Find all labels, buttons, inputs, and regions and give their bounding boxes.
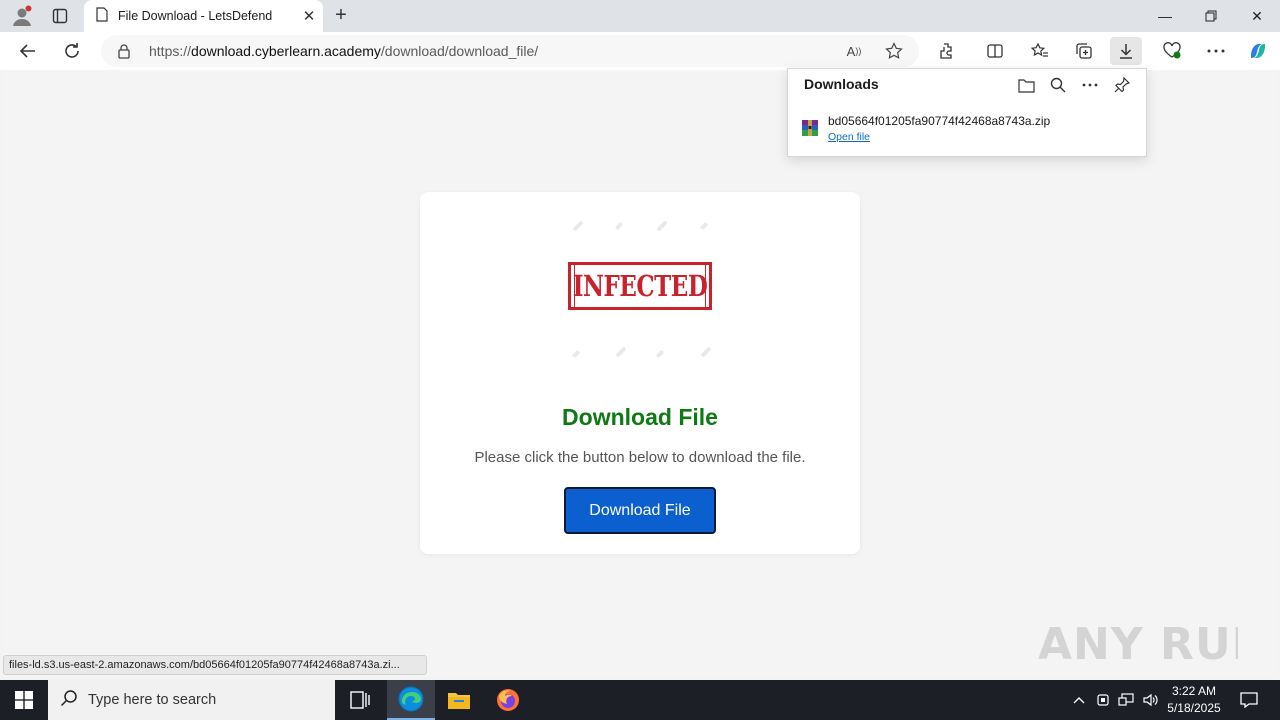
download-card: INFECTED Download File Please click the … <box>420 192 860 554</box>
minimize-button[interactable]: — <box>1142 0 1188 32</box>
infected-image: INFECTED <box>560 212 720 362</box>
restore-button[interactable] <box>1188 0 1234 32</box>
favorite-star-icon[interactable] <box>883 40 905 62</box>
infected-stamp: INFECTED <box>568 262 712 310</box>
browser-essentials-icon[interactable] <box>1156 37 1188 65</box>
collections-icon[interactable] <box>1068 37 1100 65</box>
split-screen-icon[interactable] <box>979 37 1011 65</box>
download-file-button[interactable]: Download File <box>564 487 716 534</box>
browser-toolbar: https://download.cyberlearn.academy/down… <box>0 32 1280 70</box>
tab-file-download[interactable]: File Download - LetsDefend ✕ <box>84 0 323 32</box>
instruction-text: Please click the button below to downloa… <box>474 449 806 466</box>
url-text[interactable]: https://download.cyberlearn.academy/down… <box>149 43 538 59</box>
settings-more-icon[interactable] <box>1200 37 1232 65</box>
browser-titlebar: File Download - LetsDefend ✕ + — ✕ <box>0 0 1280 32</box>
network-icon[interactable] <box>1116 680 1136 720</box>
anyrun-watermark: ANY RUN <box>1038 612 1269 672</box>
edge-taskbar-icon[interactable] <box>387 680 435 720</box>
address-bar[interactable]: https://download.cyberlearn.academy/down… <box>101 35 919 67</box>
profile-avatar-icon[interactable] <box>7 4 37 28</box>
search-icon <box>60 689 78 712</box>
clock-date: 5/18/2025 <box>1167 701 1221 715</box>
download-file-name[interactable]: bd05664f01205fa90774f42468a8743a.zip <box>828 114 1050 128</box>
taskbar-clock[interactable]: 3:22 AM 5/18/2025 <box>1166 683 1222 717</box>
pin-icon[interactable] <box>1110 74 1134 96</box>
downloads-title: Downloads <box>804 76 879 92</box>
search-icon[interactable] <box>1046 74 1070 96</box>
lock-icon[interactable] <box>117 43 131 64</box>
page-viewport: INFECTED Download File Please click the … <box>4 70 1276 677</box>
url-host: download.cyberlearn.academy <box>191 43 381 59</box>
read-aloud-icon[interactable]: A)) <box>843 40 865 62</box>
windows-logo-icon <box>15 691 33 709</box>
page-title: Download File <box>562 404 718 430</box>
clock-time: 3:22 AM <box>1171 684 1217 698</box>
more-options-icon[interactable] <box>1078 74 1102 96</box>
show-hidden-icons-icon[interactable] <box>1068 680 1090 720</box>
open-folder-icon[interactable] <box>1014 74 1038 96</box>
volume-icon[interactable] <box>1140 680 1162 720</box>
downloads-icon[interactable] <box>1110 37 1142 65</box>
zip-archive-icon <box>802 120 818 136</box>
close-tab-icon[interactable]: ✕ <box>295 7 323 25</box>
back-button[interactable] <box>14 37 42 65</box>
tab-title: File Download - LetsDefend <box>118 9 273 23</box>
taskbar-search[interactable] <box>48 680 335 720</box>
refresh-button[interactable] <box>58 37 86 65</box>
device-tray-icon[interactable] <box>1093 680 1113 720</box>
infected-stamp-text: INFECTED <box>573 262 708 310</box>
open-file-link[interactable]: Open file <box>828 131 870 143</box>
start-button[interactable] <box>0 680 48 720</box>
notifications-icon[interactable] <box>1234 680 1264 720</box>
new-tab-button[interactable]: + <box>328 4 354 28</box>
task-view-icon[interactable] <box>336 680 384 720</box>
page-icon <box>96 7 108 25</box>
downloads-panel: Downloads bd05664f01205fa90774f42468a874… <box>787 68 1147 157</box>
download-item[interactable]: bd05664f01205fa90774f42468a8743a.zip Ope… <box>802 113 1132 149</box>
url-path: /download/download_file/ <box>380 43 539 59</box>
favorites-icon[interactable] <box>1024 37 1056 65</box>
copilot-icon[interactable] <box>1242 37 1274 65</box>
search-input[interactable] <box>88 692 308 708</box>
tab-actions-icon[interactable] <box>45 4 75 28</box>
close-window-button[interactable]: ✕ <box>1234 0 1280 32</box>
file-explorer-icon[interactable] <box>435 680 483 720</box>
status-bar: files-ld.s3.us-east-2.amazonaws.com/bd05… <box>3 655 427 675</box>
windows-taskbar: 3:22 AM 5/18/2025 <box>0 680 1280 720</box>
extensions-icon[interactable] <box>931 37 963 65</box>
watermark-text: ANY RUN <box>1038 619 1238 670</box>
firefox-icon[interactable] <box>484 680 532 720</box>
